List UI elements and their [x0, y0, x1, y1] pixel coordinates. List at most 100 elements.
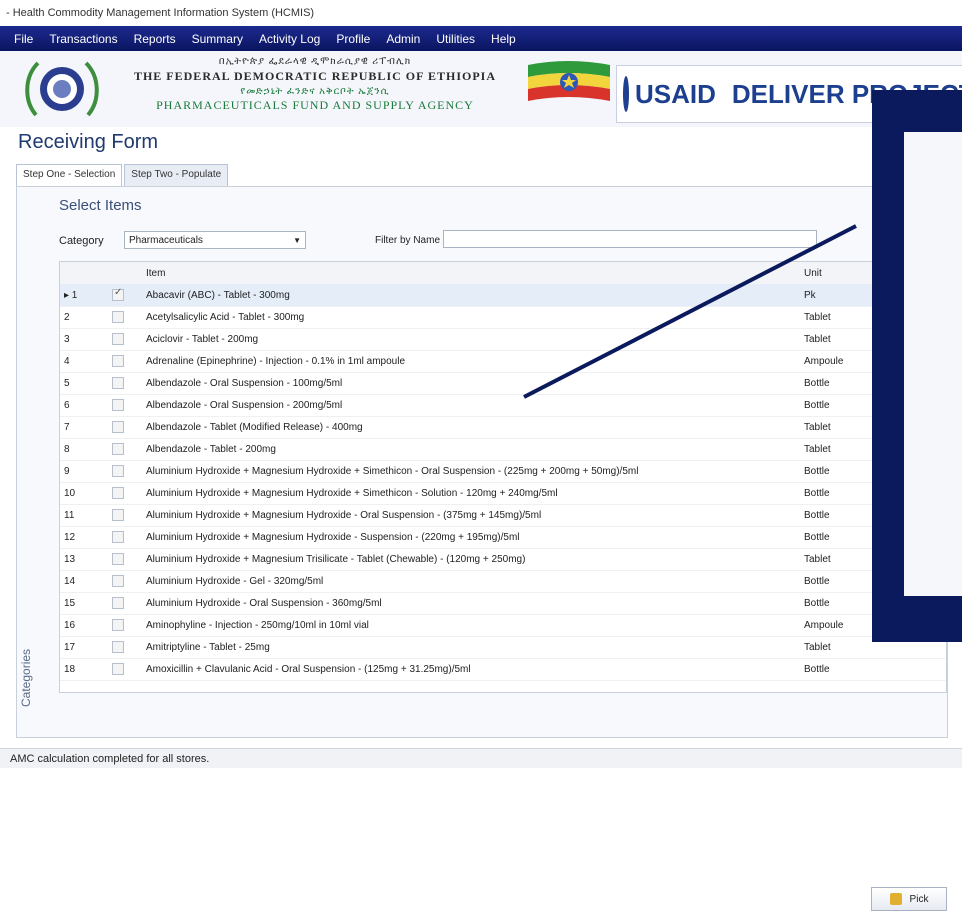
row-number: 16 — [64, 620, 76, 631]
row-number: 18 — [64, 664, 76, 675]
category-select[interactable]: Pharmaceuticals ▼ — [124, 231, 306, 249]
row-unit: Bottle — [804, 576, 830, 587]
row-unit: Bottle — [804, 598, 830, 609]
row-checkbox[interactable] — [112, 619, 124, 631]
items-grid: Item Unit ▸ 1 Abacavir (ABC) - Tablet - 3… — [59, 261, 947, 693]
menu-reports[interactable]: Reports — [134, 32, 176, 46]
tab-step-one[interactable]: Step One - Selection — [16, 164, 123, 186]
banner-text: በኢትዮጵያ ፌደራላዊ ዲሞክራሲያዊ ሪፐብሊክ THE FEDERAL D… — [110, 56, 520, 113]
row-item: Amitriptyline - Tablet - 25mg — [146, 642, 270, 653]
menu-admin[interactable]: Admin — [386, 32, 420, 46]
pick-label: Pick — [909, 893, 929, 905]
header-banner: በኢትዮጵያ ፌደራላዊ ዲሞክራሲያዊ ሪፐብሊክ THE FEDERAL D… — [0, 51, 962, 127]
row-checkbox[interactable] — [112, 531, 124, 543]
menu-file[interactable]: File — [14, 32, 33, 46]
row-item: Amoxicillin + Clavulanic Acid - Oral Sus… — [146, 664, 471, 675]
table-row[interactable]: 16 Aminophyline - Injection - 250mg/10ml … — [60, 614, 946, 637]
row-unit: Bottle — [804, 510, 830, 521]
row-unit: Ampoule — [804, 356, 844, 367]
row-checkbox[interactable] — [112, 355, 124, 367]
row-checkbox[interactable] — [112, 287, 124, 301]
row-item: Aluminium Hydroxide + Magnesium Trisilic… — [146, 554, 526, 565]
table-row[interactable]: 2 Acetylsalicylic Acid - Tablet - 300mg Ta… — [60, 306, 946, 329]
row-item: Aluminium Hydroxide + Magnesium Hydroxid… — [146, 488, 558, 499]
table-row[interactable]: 6 Albendazole - Oral Suspension - 200mg/5… — [60, 394, 946, 417]
row-number: 2 — [64, 312, 70, 323]
row-checkbox[interactable] — [112, 487, 124, 499]
table-row[interactable]: 13 Aluminium Hydroxide + Magnesium Trisil… — [60, 548, 946, 571]
row-checkbox[interactable] — [112, 663, 124, 675]
tab-step-two[interactable]: Step Two - Populate — [124, 164, 229, 186]
menu-profile[interactable]: Profile — [336, 32, 370, 46]
row-checkbox[interactable] — [112, 575, 124, 587]
row-item: Adrenaline (Epinephrine) - Injection - 0… — [146, 356, 406, 367]
window-title: - Health Commodity Management Informatio… — [0, 0, 962, 26]
menu-activity-log[interactable]: Activity Log — [259, 32, 320, 46]
page-title: Receiving Form — [18, 131, 159, 153]
category-label: Category — [59, 235, 104, 247]
filter-input[interactable] — [443, 230, 817, 248]
row-checkbox[interactable] — [112, 311, 124, 323]
table-row[interactable]: 3 Aciclovir - Tablet - 200mg Tablet — [60, 328, 946, 351]
row-unit: Tablet — [804, 334, 831, 345]
row-checkbox[interactable] — [112, 553, 124, 565]
row-number: 11 — [64, 510, 75, 521]
table-row[interactable]: 9 Aluminium Hydroxide + Magnesium Hydroxi… — [60, 460, 946, 483]
table-row[interactable]: 12 Aluminium Hydroxide + Magnesium Hydrox… — [60, 526, 946, 549]
menu-summary[interactable]: Summary — [192, 32, 243, 46]
row-checkbox[interactable] — [112, 597, 124, 609]
column-header-unit[interactable]: Unit — [804, 268, 822, 279]
row-checkbox[interactable] — [112, 465, 124, 477]
pick-icon — [889, 893, 902, 905]
menu-help[interactable]: Help — [491, 32, 516, 46]
row-unit: Tablet — [804, 444, 831, 455]
row-item: Albendazole - Tablet (Modified Release) … — [146, 422, 363, 433]
row-checkbox[interactable] — [112, 333, 124, 345]
row-item: Aluminium Hydroxide + Magnesium Hydroxid… — [146, 532, 520, 543]
row-number: 17 — [64, 642, 76, 653]
table-row[interactable]: 8 Albendazole - Tablet - 200mg Tablet — [60, 438, 946, 461]
table-row[interactable]: 18 Amoxicillin + Clavulanic Acid - Oral S… — [60, 658, 946, 681]
column-header-item[interactable]: Item — [146, 268, 165, 279]
tab-bar: Step One - Selection Step Two - Populate — [16, 164, 230, 186]
pick-button[interactable]: Pick — [871, 887, 947, 911]
row-checkbox[interactable] — [112, 399, 124, 411]
row-unit: Bottle — [804, 378, 830, 389]
category-value: Pharmaceuticals — [129, 235, 203, 246]
row-checkbox[interactable] — [112, 421, 124, 433]
table-row[interactable]: 17 Amitriptyline - Tablet - 25mg Tablet — [60, 636, 946, 659]
categories-side-tab[interactable]: Categories — [15, 627, 35, 727]
table-row[interactable]: 7 Albendazole - Tablet (Modified Release)… — [60, 416, 946, 439]
row-checkbox[interactable] — [112, 509, 124, 521]
row-number: 9 — [64, 466, 70, 477]
row-item: Aminophyline - Injection - 250mg/10ml in… — [146, 620, 369, 631]
row-item: Aluminium Hydroxide + Magnesium Hydroxid… — [146, 510, 542, 521]
table-row[interactable]: 11 Aluminium Hydroxide + Magnesium Hydrox… — [60, 504, 946, 527]
filter-label: Filter by Name — [375, 235, 441, 246]
row-number: 3 — [64, 334, 70, 345]
row-unit: Tablet — [804, 554, 831, 565]
row-item: Aciclovir - Tablet - 200mg — [146, 334, 259, 345]
table-row[interactable]: 15 Aluminium Hydroxide - Oral Suspension … — [60, 592, 946, 615]
row-unit: Bottle — [804, 400, 830, 411]
menu-transactions[interactable]: Transactions — [49, 32, 117, 46]
menu-utilities[interactable]: Utilities — [436, 32, 475, 46]
selection-panel: Select Items Category Pharmaceuticals ▼ … — [15, 186, 948, 911]
row-item: Abacavir (ABC) - Tablet - 300mg — [146, 290, 290, 301]
row-checkbox[interactable] — [112, 641, 124, 653]
table-row[interactable]: 4 Adrenaline (Epinephrine) - Injection - … — [60, 350, 946, 373]
row-number: 8 — [64, 444, 70, 455]
menu-bar: File Transactions Reports Summary Activi… — [0, 26, 962, 51]
agency-emblem-icon — [25, 61, 99, 117]
row-checkbox[interactable] — [112, 443, 124, 455]
row-number: 7 — [64, 422, 70, 433]
row-item: Aluminium Hydroxide - Oral Suspension - … — [146, 598, 382, 609]
table-row[interactable]: 10 Aluminium Hydroxide + Magnesium Hydrox… — [60, 482, 946, 505]
table-row[interactable]: 14 Aluminium Hydroxide - Gel - 320mg/5ml B… — [60, 570, 946, 593]
table-row[interactable]: ▸ 1 Abacavir (ABC) - Tablet - 300mg Pk — [60, 284, 946, 307]
row-item: Albendazole - Tablet - 200mg — [146, 444, 276, 455]
row-checkbox[interactable] — [112, 377, 124, 389]
banner-amharic-country: በኢትዮጵያ ፌደራላዊ ዲሞክራሲያዊ ሪፐብሊክ — [218, 56, 412, 67]
callout-box — [872, 90, 962, 642]
table-row[interactable]: 5 Albendazole - Oral Suspension - 100mg/5… — [60, 372, 946, 395]
